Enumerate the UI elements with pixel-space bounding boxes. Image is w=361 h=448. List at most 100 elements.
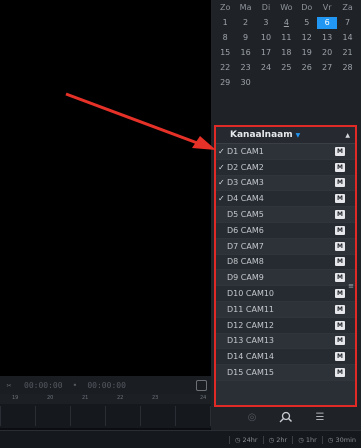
checkmark-icon[interactable]: ✓ [218,194,227,203]
clip-start-time: 00:00:00 [24,380,63,390]
checkmark-icon[interactable]: ✓ [218,147,227,156]
smart-search-icon[interactable]: ◎ [244,410,260,424]
calendar-day[interactable]: 11 [276,33,296,42]
scroll-up-icon[interactable]: ▲ [345,132,350,139]
channel-row[interactable]: D9 CAM9 M [216,270,355,287]
channel-row[interactable]: D15 CAM15 M [216,365,355,381]
calendar-day[interactable]: 6 [316,16,338,29]
timeline[interactable]: 19 20 21 22 23 24 [0,394,211,428]
main-stream-icon[interactable]: M [335,304,345,314]
zoom-option[interactable]: ◷ 30min [321,435,361,444]
channel-row[interactable]: D10 CAM10 M [216,286,355,302]
main-stream-icon[interactable]: M [335,320,345,330]
calendar-day[interactable]: 5 [297,18,317,27]
main-stream-icon[interactable]: M [335,210,345,220]
weekday-label: Vr [322,3,332,12]
channel-list-header[interactable]: Kanaalnaam ▼ ▲ [216,127,355,144]
channel-label: D15 CAM15 [227,368,275,378]
list-icon[interactable]: ☰ [312,410,328,424]
checkmark-icon[interactable]: ✓ [218,163,227,172]
channel-row[interactable]: ✓ D4 CAM4 M [216,191,355,208]
scissors-icon[interactable]: ✂ [0,376,18,394]
main-stream-icon[interactable]: M [335,289,345,299]
main-stream-icon[interactable]: M [335,194,345,204]
calendar-day[interactable]: 1 [215,18,235,27]
zoom-option[interactable]: ◷ 24hr [228,435,263,444]
calendar-day[interactable]: 12 [297,33,317,42]
channel-row[interactable]: D7 CAM7 M [216,238,355,255]
zoom-option[interactable]: ◷ 1hr [292,435,322,444]
calendar-day[interactable]: 8 [215,33,235,42]
calendar-day[interactable]: 13 [317,33,337,42]
calendar-day[interactable]: 7 [337,18,357,27]
calendar-day[interactable]: 18 [276,48,296,57]
zoom-label: 24hr [242,435,258,444]
weekday-label: Za [342,3,353,12]
video-playback-area[interactable] [0,0,211,376]
main-stream-icon[interactable]: M [335,241,345,251]
channel-row[interactable]: D12 CAM12 M [216,317,355,334]
calendar-day[interactable]: 9 [235,33,255,42]
clock-icon: ◷ [234,435,241,444]
timeline-tick: 21 [82,395,89,401]
channel-label: D14 CAM14 [227,352,275,362]
checkmark-icon[interactable]: ✓ [218,178,227,187]
save-clip-icon[interactable] [196,379,207,391]
calendar-day[interactable]: 20 [317,48,337,57]
channel-row[interactable]: D8 CAM8 M [216,254,355,271]
calendar-day[interactable]: 21 [337,48,357,57]
calendar-day[interactable]: 17 [256,48,276,57]
main-stream-icon[interactable]: M [335,352,345,362]
channel-label: D9 CAM9 [227,273,264,283]
calendar-days: 1 2 3 4 5 6 7 8 9 10 11 12 13 14 15 16 17 18 19 20 21 22 23 24 2… [215,15,358,90]
calendar-day[interactable]: 25 [276,63,296,72]
calendar-day[interactable]: 19 [297,48,317,57]
channel-name-column[interactable]: Kanaalnaam [230,130,293,140]
main-stream-icon[interactable]: M [335,162,345,172]
calendar-day[interactable]: 30 [235,78,255,87]
calendar-day[interactable]: 3 [256,18,276,27]
calendar-day[interactable]: 14 [337,33,357,42]
calendar-day[interactable]: 16 [235,48,255,57]
channel-list: ✓ D1 CAM1 M ✓ D2 CAM2 M ✓ D3 CAM3 M ✓ D4 CAM4 M D5 C… [216,144,355,414]
calendar-weekday-row: Zo Ma Di Wo Do Vr Za [215,0,358,15]
calendar-day[interactable]: 23 [235,63,255,72]
calendar-day[interactable]: 29 [215,78,235,87]
main-stream-icon[interactable]: M [335,336,345,346]
channel-row[interactable]: D11 CAM11 M [216,301,355,318]
channel-row[interactable]: ✓ D2 CAM2 M [216,159,355,176]
calendar-day[interactable]: 22 [215,63,235,72]
calendar-week-row: 22 23 24 25 26 27 28 [215,60,358,75]
channel-row[interactable]: D5 CAM5 M [216,207,355,223]
calendar-day[interactable]: 4 [276,18,296,27]
main-stream-icon[interactable]: M [335,146,345,156]
calendar-day[interactable]: 15 [215,48,235,57]
channel-label: D5 CAM5 [227,210,264,220]
main-stream-icon[interactable]: M [335,368,345,378]
calendar-day[interactable]: 10 [256,33,276,42]
channel-row[interactable]: D6 CAM6 M [216,222,355,239]
timeline-tracks[interactable] [0,406,211,426]
timeline-zoom-options: ◷ 24hr ◷ 2hr ◷ 1hr ◷ 30min [0,430,361,448]
main-stream-icon[interactable]: M [335,257,345,267]
calendar-week-row: 15 16 17 18 19 20 21 [215,45,358,60]
main-stream-icon[interactable]: M [335,225,345,235]
channel-label: D7 CAM7 [227,241,264,251]
calendar-day[interactable]: 26 [297,63,317,72]
main-stream-icon[interactable]: M [335,178,345,188]
weekday-label: Di [261,3,271,12]
channel-row[interactable]: ✓ D1 CAM1 M [216,144,355,160]
scrollbar-handle-icon[interactable]: ≡ [348,282,354,290]
main-stream-icon[interactable]: M [335,273,345,283]
channel-row[interactable]: D14 CAM14 M [216,349,355,366]
clip-separator-dot: • [72,380,78,390]
calendar-day[interactable]: 24 [256,63,276,72]
calendar-day[interactable]: 28 [337,63,357,72]
channel-row[interactable]: D13 CAM13 M [216,333,355,350]
calendar-day[interactable]: 27 [317,63,337,72]
calendar-day[interactable]: 2 [235,18,255,27]
channel-row[interactable]: ✓ D3 CAM3 M [216,175,355,192]
sort-caret-icon[interactable]: ▼ [296,132,301,139]
zoom-option[interactable]: ◷ 2hr [262,435,293,444]
search-person-icon[interactable] [278,410,294,424]
